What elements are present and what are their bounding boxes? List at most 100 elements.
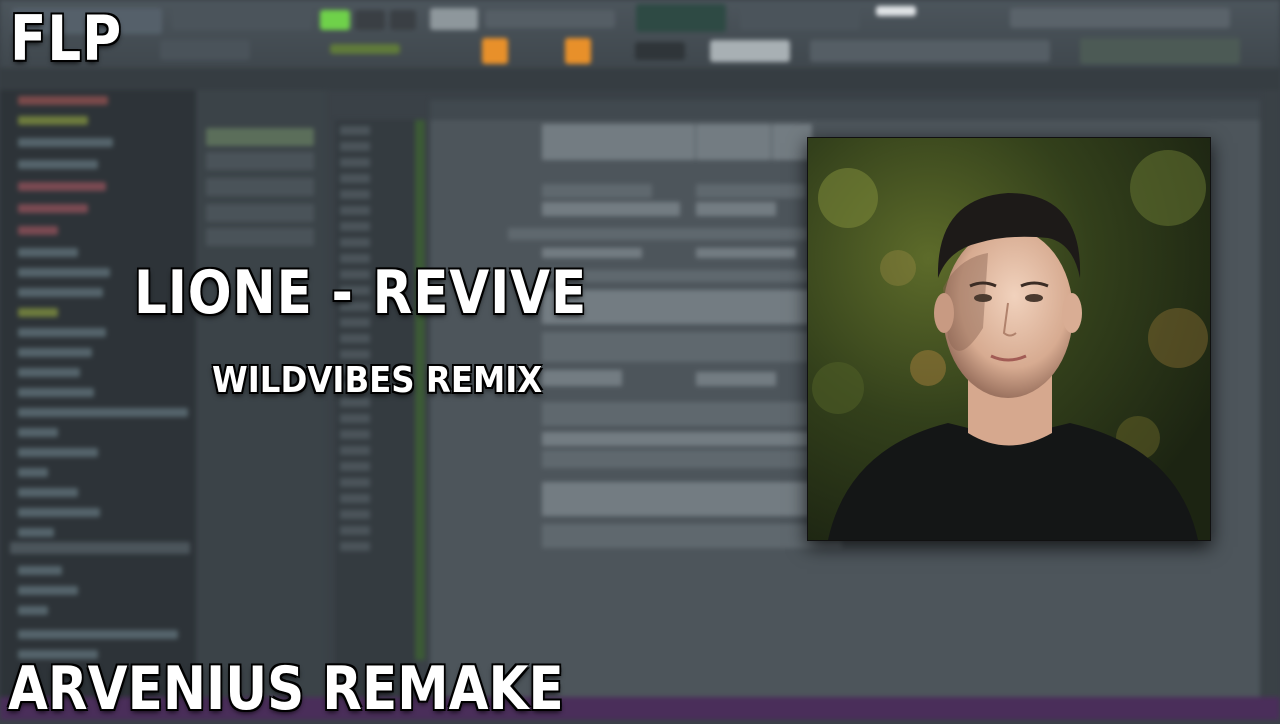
playlist-scrollbar [1262,90,1280,700]
track-label [340,174,370,183]
flp-label: FLP [10,2,123,75]
track-label [340,238,370,247]
pattern-clip [508,228,808,240]
pattern-clip [542,202,622,216]
tool-draw [482,38,508,64]
browser-item [18,226,58,235]
browser-item [18,528,54,537]
browser-item [18,368,80,377]
browser-item [18,448,98,457]
pattern-name [710,40,790,62]
pattern-clip [542,524,842,548]
browser-item [18,468,48,477]
hint-bar [876,6,916,16]
track-label [340,430,370,439]
track-label [340,190,370,199]
browser-item [18,606,48,615]
shortcut-icons [1010,8,1230,28]
portrait-photo [807,137,1211,541]
snap-selector [160,40,250,60]
news-panel [1080,38,1240,64]
pattern-clip [696,372,776,386]
pattern-clip [542,450,812,468]
tool-paint [565,38,591,64]
browser-item [18,508,100,517]
pattern-clip [620,202,680,216]
song-title-field [172,8,312,30]
pattern-clip [696,202,776,216]
browser-item [18,348,92,357]
track-label [340,142,370,151]
browser-item [18,204,88,213]
browser-item [18,308,58,317]
browser-item [18,586,78,595]
browser-item [18,488,78,497]
window-icons [810,40,1050,62]
browser-item [18,116,88,125]
browser-item [18,630,178,639]
stop-button [390,10,416,30]
pattern-clip [772,124,812,160]
song-title: LIONE - REVIVE [134,258,588,328]
remix-label: WILDVIBES REMIX [212,360,543,401]
pattern-clip [542,124,632,160]
track-label [340,222,370,231]
track-label [340,158,370,167]
browser-panel [0,90,196,700]
transport-icons [485,10,615,28]
track-label [340,206,370,215]
browser-item [18,96,108,105]
browser-item [18,428,58,437]
pattern-clip [696,248,796,258]
play-button [355,10,385,30]
pattern-clip [542,184,652,198]
daw-toolbar [0,0,1280,68]
remake-credit: ARVENIUS REMAKE [8,654,564,724]
track-label [340,462,370,471]
track-label [340,478,370,487]
browser-item [18,566,62,575]
track-label [340,350,370,359]
browser-item [18,388,94,397]
playlist-timeline [430,100,1260,120]
tempo-display [430,8,478,30]
track-label [340,446,370,455]
time-display [636,4,726,32]
playlist-toolbar [0,68,1280,90]
track-label [340,542,370,551]
browser-item [18,248,78,257]
track-label [340,526,370,535]
pattern-clip [696,124,771,160]
browser-item [18,138,113,147]
pattern-clip [542,402,812,426]
pattern-clip [542,248,642,258]
channel-button [206,204,314,222]
pattern-toggle [320,10,350,30]
channel-button [206,152,314,170]
browser-item [18,288,103,297]
track-label [340,510,370,519]
volume-slider [330,44,400,54]
pattern-clip [696,184,806,198]
pattern-clip [620,124,695,160]
track-label [340,414,370,423]
pattern-clip [542,482,812,516]
browser-item [18,268,110,277]
browser-item [18,182,106,191]
track-label [340,494,370,503]
channel-button [206,128,314,146]
browser-item-selected [10,542,190,554]
track-label [340,334,370,343]
browser-item [18,160,98,169]
portrait-illustration [808,138,1210,540]
channel-button [206,228,314,246]
pattern-selector [635,42,685,60]
track-label [340,126,370,135]
pattern-clip [542,332,812,362]
browser-item [18,328,106,337]
pattern-clip [542,370,622,386]
browser-item [18,408,188,417]
pattern-clip [542,432,812,446]
channel-button [206,178,314,196]
cpu-meter [740,6,860,30]
